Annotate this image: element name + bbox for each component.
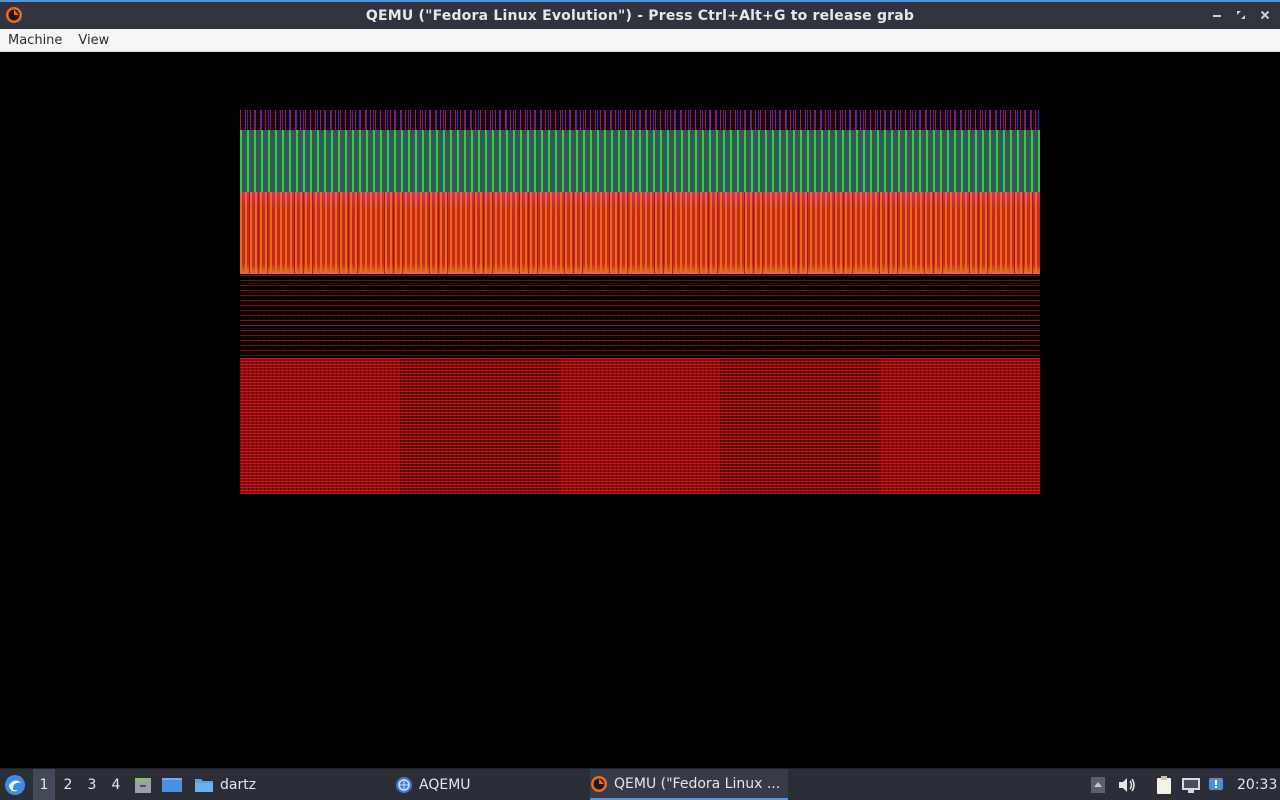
- taskbar-task-aqemu[interactable]: AQEMU: [395, 769, 585, 800]
- start-menu-icon[interactable]: [4, 769, 28, 800]
- volume-icon[interactable]: [1117, 769, 1139, 800]
- task-label-qemu: QEMU ("Fedora Linux ...: [614, 775, 781, 792]
- workspace-4-button[interactable]: 4: [105, 769, 127, 800]
- qemu-logo-icon: [5, 6, 23, 24]
- framebuffer-dark-noise-band: [240, 274, 1040, 356]
- menu-view[interactable]: View: [78, 33, 109, 48]
- framebuffer-green-band: [240, 130, 1040, 192]
- file-manager-icon[interactable]: [133, 769, 155, 800]
- taskbar: 1 2 3 4 dartz AQEMU QEMU ("Fedora Linux …: [0, 768, 1280, 800]
- folder-icon: [194, 776, 214, 794]
- aqemu-icon: [395, 776, 413, 794]
- guest-framebuffer[interactable]: [240, 110, 1040, 494]
- update-notifier-icon[interactable]: [1208, 769, 1228, 800]
- minimize-icon[interactable]: [1210, 8, 1224, 22]
- menubar: Machine View: [0, 29, 1280, 52]
- taskbar-task-qemu[interactable]: QEMU ("Fedora Linux ...: [590, 769, 788, 800]
- menu-machine[interactable]: Machine: [8, 33, 62, 48]
- show-desktop-icon[interactable]: [161, 769, 185, 800]
- folder-launcher-label: dartz: [220, 776, 257, 793]
- window-title: QEMU ("Fedora Linux Evolution") - Press …: [365, 7, 915, 24]
- workspace-1-button[interactable]: 1: [33, 769, 55, 800]
- window-titlebar[interactable]: QEMU ("Fedora Linux Evolution") - Press …: [0, 0, 1280, 29]
- workspace-2-button[interactable]: 2: [57, 769, 79, 800]
- clock[interactable]: 20:33: [1237, 769, 1277, 800]
- framebuffer-red-orange-band: [240, 192, 1040, 274]
- workspace-3-button[interactable]: 3: [81, 769, 103, 800]
- qemu-logo-icon: [590, 775, 608, 793]
- task-label-aqemu: AQEMU: [419, 776, 471, 793]
- folder-launcher-dartz[interactable]: dartz: [194, 769, 256, 800]
- clipboard-icon[interactable]: [1155, 769, 1175, 800]
- vm-display[interactable]: [0, 53, 1280, 768]
- network-icon[interactable]: [1181, 769, 1203, 800]
- framebuffer-red-band-bottom: [240, 358, 1040, 494]
- close-icon[interactable]: [1258, 8, 1272, 22]
- maximize-icon[interactable]: [1234, 8, 1248, 22]
- framebuffer-noise-band-top: [240, 110, 1040, 130]
- expand-up-icon[interactable]: [1090, 769, 1110, 800]
